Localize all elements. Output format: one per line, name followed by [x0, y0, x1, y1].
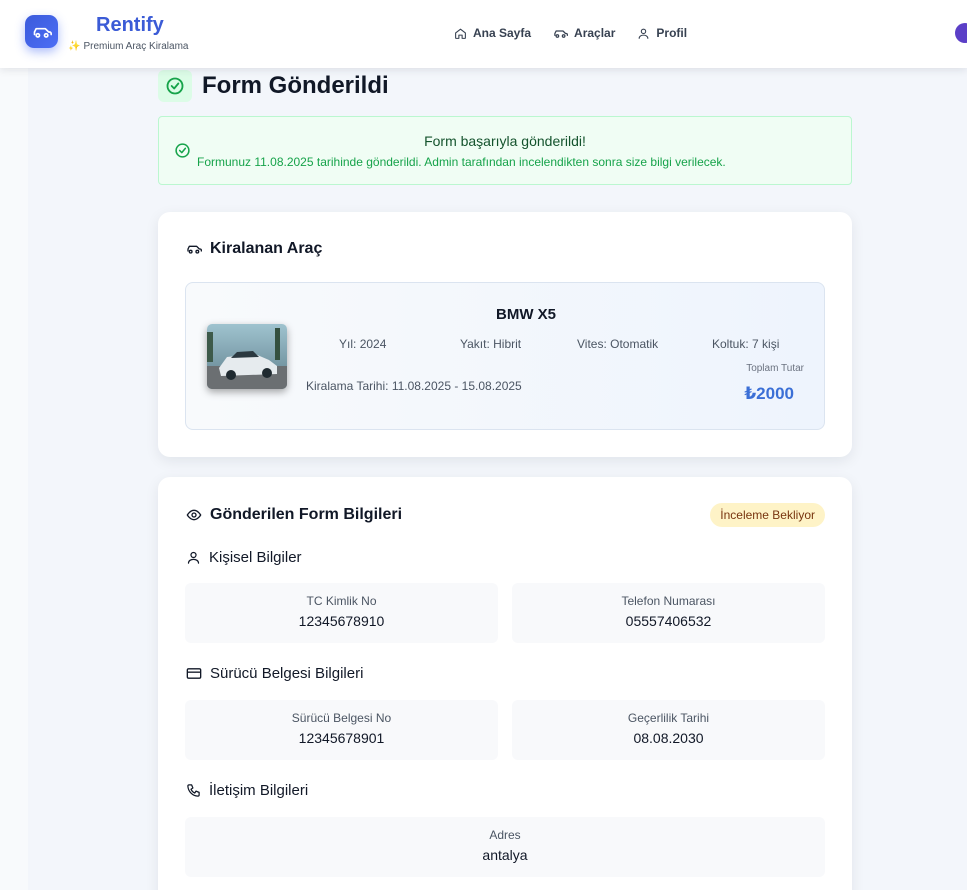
rental-dates-label: Kiralama Tarihi:: [306, 379, 389, 393]
avatar[interactable]: [955, 23, 967, 43]
car-spec-fuel-label: Yakıt:: [460, 337, 490, 351]
field-phone: Telefon Numarası 05557406532: [512, 583, 825, 643]
top-navbar: Rentify ✨ Premium Araç Kiralama Ana Sayf…: [0, 0, 967, 68]
license-info-title: Sürücü Belgesi Bilgileri: [186, 665, 363, 682]
submitted-form-header-text: Gönderilen Form Bilgileri: [210, 506, 403, 523]
car-spec-seats-label: Koltuk:: [712, 337, 749, 351]
field-license-expiry-label: Geçerlilik Tarihi: [627, 711, 710, 725]
rented-car-header-text: Kiralanan Araç: [210, 240, 323, 257]
rented-car-card: Kiralanan Araç BMW X5 Yıl: 2024 Yakıt: H…: [158, 212, 852, 457]
field-license-expiry-value: 08.08.2030: [633, 730, 704, 746]
brand-subtitle-text: Premium Araç Kiralama: [83, 41, 189, 52]
home-icon: [455, 28, 466, 39]
field-tc-no-value: 12345678910: [298, 613, 385, 629]
id-card-icon: [186, 668, 202, 679]
eye-icon: [186, 509, 202, 521]
phone-icon: [187, 784, 200, 797]
page-title-row: Form Gönderildi: [158, 70, 389, 102]
brand-title[interactable]: Rentify: [96, 14, 164, 37]
page-title: Form Gönderildi: [202, 72, 389, 99]
alert-title: Form başarıyla gönderildi!: [424, 133, 586, 149]
nav-item-profile[interactable]: Profil: [637, 26, 687, 40]
page-side-strip: [0, 68, 28, 890]
field-tc-no-label: TC Kimlik No: [306, 594, 377, 608]
car-spec-year: Yıl: 2024: [339, 337, 386, 351]
personal-info-title-text: Kişisel Bilgiler: [209, 549, 302, 566]
nav-item-profile-label: Profil: [656, 26, 688, 40]
rental-dates: Kiralama Tarihi: 11.08.2025 - 15.08.2025: [306, 379, 522, 393]
user-icon: [187, 551, 200, 564]
car-spec-year-value: 2024: [359, 337, 387, 351]
nav-item-home-label: Ana Sayfa: [473, 26, 532, 40]
car-icon: [187, 245, 202, 254]
field-license-expiry: Geçerlilik Tarihi 08.08.2030: [512, 700, 825, 760]
car-icon: [554, 29, 569, 38]
nav-item-cars[interactable]: Araçlar: [553, 26, 615, 40]
field-address-value: antalya: [482, 847, 528, 863]
total-price-value: ₺2000: [744, 384, 794, 403]
car-spec-seats: Koltuk: 7 kişi: [712, 337, 779, 351]
main-nav: Ana Sayfa Araçlar Profil: [454, 26, 709, 40]
field-tc-no: TC Kimlik No 12345678910: [185, 583, 498, 643]
field-phone-label: Telefon Numarası: [621, 594, 716, 608]
rental-dates-value: 11.08.2025 - 15.08.2025: [391, 379, 522, 393]
brand-subtitle: ✨ Premium Araç Kiralama: [68, 41, 188, 52]
car-spec-fuel-value: Hibrit: [493, 337, 522, 351]
contact-info-title: İletişim Bilgileri: [186, 782, 308, 799]
personal-info-title: Kişisel Bilgiler: [186, 549, 302, 566]
car-spec-gearbox: Vites: Otomatik: [577, 337, 658, 351]
sparkle-icon: ✨: [68, 41, 81, 52]
submitted-form-header: Gönderilen Form Bilgileri: [186, 506, 402, 524]
success-alert: Form başarıyla gönderildi! Formunuz 11.0…: [158, 116, 852, 185]
car-spec-seats-value: 7 kişi: [752, 337, 780, 351]
field-license-no-value: 12345678901: [298, 730, 385, 746]
field-license-no-label: Sürücü Belgesi No: [291, 711, 392, 725]
license-info-title-text: Sürücü Belgesi Bilgileri: [210, 665, 364, 682]
car-spec-gearbox-label: Vites:: [577, 337, 607, 351]
submitted-form-card: Gönderilen Form Bilgileri İnceleme Bekli…: [158, 477, 852, 890]
car-spec-year-label: Yıl:: [339, 337, 357, 351]
total-price-label: Toplam Tutar: [746, 363, 804, 374]
status-badge: İnceleme Bekliyor: [710, 503, 825, 527]
car-spec-gearbox-value: Otomatik: [610, 337, 659, 351]
field-phone-value: 05557406532: [625, 613, 712, 629]
alert-text: Formunuz 11.08.2025 tarihinde gönderildi…: [197, 155, 726, 169]
contact-info-title-text: İletişim Bilgileri: [209, 782, 309, 799]
field-license-no: Sürücü Belgesi No 12345678901: [185, 700, 498, 760]
car-summary: BMW X5 Yıl: 2024 Yakıt: Hibrit Vites: Ot…: [185, 282, 825, 430]
rented-car-header: Kiralanan Araç: [186, 240, 322, 258]
car-image[interactable]: [207, 324, 287, 389]
car-name: BMW X5: [496, 306, 556, 323]
nav-item-cars-label: Araçlar: [574, 26, 616, 40]
field-address-label: Adres: [489, 828, 521, 842]
car-spec-fuel: Yakıt: Hibrit: [460, 337, 521, 351]
check-circle-icon: [158, 70, 192, 102]
field-address: Adres antalya: [185, 817, 825, 877]
user-icon: [639, 28, 649, 39]
nav-item-home[interactable]: Ana Sayfa: [454, 26, 531, 40]
logo-car-icon[interactable]: [25, 15, 58, 48]
